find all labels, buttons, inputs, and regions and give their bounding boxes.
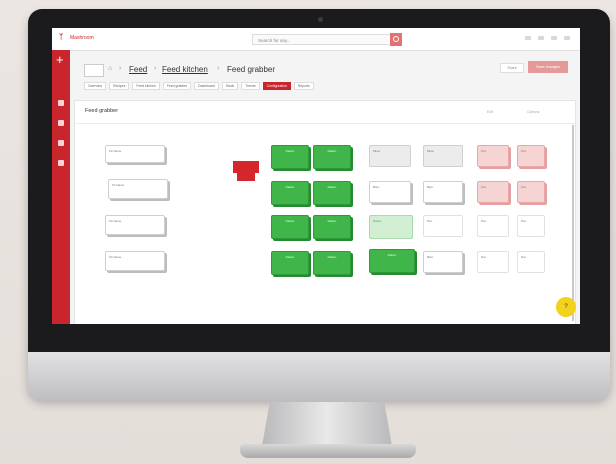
ration-node[interactable]: Ration [271, 181, 309, 205]
divider [75, 123, 575, 124]
barn-node[interactable]: Barn [423, 251, 463, 273]
top-bar: ᛉ Mashroom Search for any... [52, 28, 580, 51]
pen-node[interactable]: Pen [477, 215, 509, 237]
logo-text: Mashroom [70, 35, 94, 41]
pen-node[interactable]: Pen [477, 251, 509, 273]
save-button[interactable]: Save changes [528, 61, 568, 73]
tab-recipes[interactable]: Recipes [109, 82, 130, 90]
pen-node[interactable]: Pen [517, 251, 545, 273]
help-button[interactable]: ? [556, 297, 576, 317]
ration-node[interactable]: Ration [271, 215, 309, 239]
ration-node[interactable]: Ration [313, 181, 351, 205]
panel-title: Feed grabber [85, 108, 119, 114]
tab-overview[interactable]: Overview [84, 82, 107, 90]
ration-node[interactable]: Ration [313, 251, 351, 275]
connector-handle[interactable] [237, 171, 255, 181]
scrollbar[interactable] [572, 125, 574, 321]
tab-configuration[interactable]: Configuration [262, 82, 291, 90]
ration-node[interactable]: Ration [313, 215, 351, 239]
monitor-chin [28, 352, 610, 402]
mixer-node[interactable]: Mixer [423, 145, 463, 167]
feed-grabber-panel: Feed grabber Edit Options Kit Name Kit N… [74, 100, 576, 324]
tab-stock[interactable]: Stock [221, 82, 239, 90]
breadcrumb: ⌂ › Feed › Feed kitchen › Feed grabber [74, 58, 574, 78]
clock-icon[interactable] [58, 140, 64, 146]
tab-dashboard[interactable]: Dashboard [194, 82, 219, 90]
tab-bar: Overview Recipes Feed kitchen Feed grabb… [84, 82, 314, 90]
home-icon[interactable]: ⌂ [108, 65, 112, 72]
pen-node[interactable]: Pen [517, 215, 545, 237]
tab-trends[interactable]: Trends [241, 82, 260, 90]
barn-node[interactable]: Barn [369, 181, 411, 203]
pen-node[interactable]: Pen [517, 145, 545, 167]
search-icon[interactable] [390, 33, 402, 46]
back-button[interactable] [84, 64, 104, 77]
ration-node[interactable]: Ration [271, 251, 309, 275]
ration-node[interactable]: Ration [369, 249, 415, 273]
tab-feed-grabber[interactable]: Feed grabber [162, 82, 192, 90]
add-icon[interactable]: + [56, 53, 64, 66]
pen-node[interactable]: Pen [423, 215, 463, 237]
chart-icon[interactable] [58, 160, 64, 166]
ration-node[interactable]: Ration [271, 145, 309, 169]
app-screen: ᛉ Mashroom Search for any... + ⌂ › Feed … [52, 28, 580, 324]
logo-icon: ᛉ [59, 34, 64, 41]
pen-node[interactable]: Pen [477, 181, 509, 203]
dashboard-icon[interactable] [58, 100, 64, 106]
search-input[interactable]: Search for any... [252, 34, 392, 45]
sidebar: + [52, 50, 70, 324]
kit-node[interactable]: Kit Name [105, 145, 165, 163]
ration-node[interactable]: Ration [313, 145, 351, 169]
share-button[interactable]: Share [500, 63, 524, 73]
breadcrumb-feed-kitchen[interactable]: Feed kitchen [162, 65, 208, 74]
pen-node[interactable]: Pen [517, 181, 545, 203]
kit-node[interactable]: Kit Name [105, 251, 165, 271]
kit-node[interactable]: Kit Name [108, 179, 168, 199]
mixer-node[interactable]: Mixer [369, 145, 411, 167]
barn-node[interactable]: Barn [423, 181, 463, 203]
list-icon[interactable] [58, 120, 64, 126]
edit-action[interactable]: Edit [487, 110, 493, 114]
tab-reports[interactable]: Reports [293, 82, 314, 90]
monitor-base [240, 444, 416, 458]
ration-node[interactable]: Ration [369, 215, 413, 239]
kit-node[interactable]: Kit Name [105, 215, 165, 235]
breadcrumb-feed-grabber: Feed grabber [227, 65, 276, 74]
options-action[interactable]: Options [527, 110, 539, 114]
pen-node[interactable]: Pen [477, 145, 509, 167]
monitor-stand [262, 402, 392, 446]
breadcrumb-feed[interactable]: Feed [129, 65, 147, 74]
camera-icon [318, 17, 323, 22]
window-controls[interactable] [525, 36, 570, 40]
tab-feed-kitchen[interactable]: Feed kitchen [132, 82, 160, 90]
